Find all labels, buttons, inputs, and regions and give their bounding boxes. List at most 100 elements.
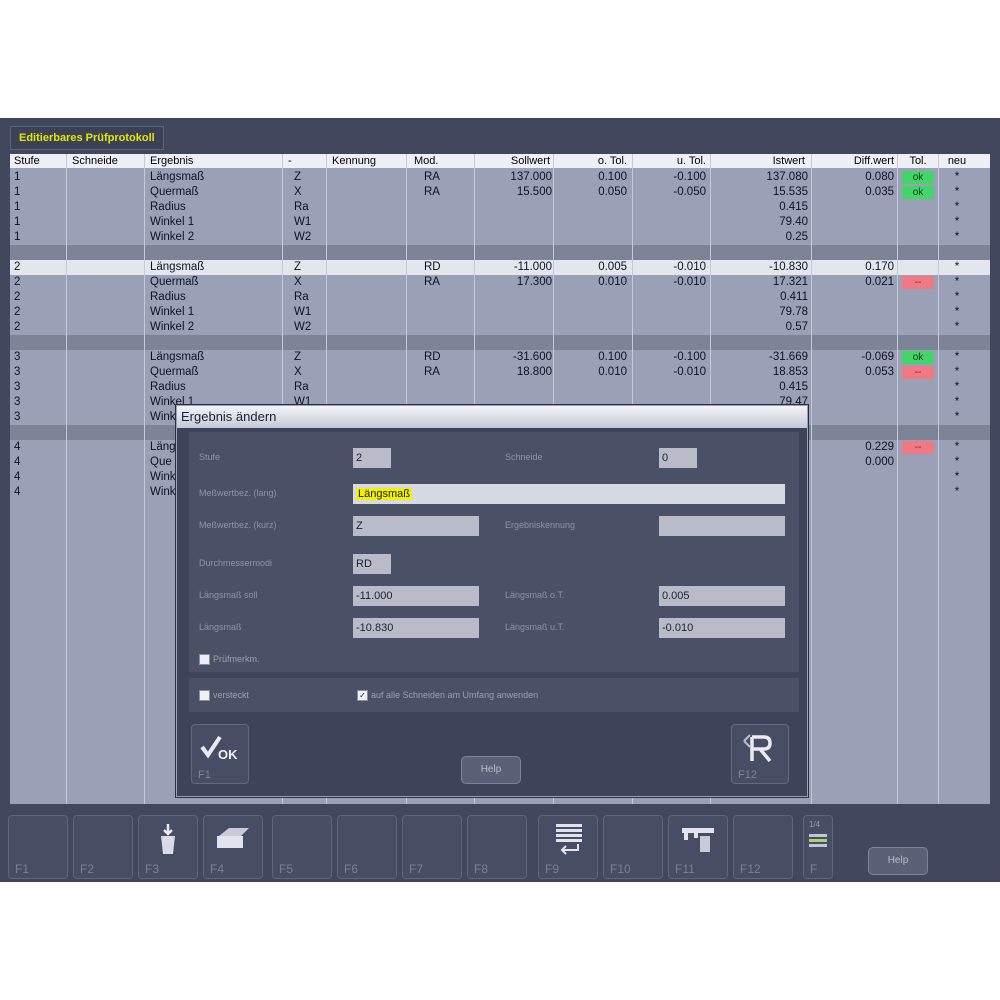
- fkey-f10-button[interactable]: F10: [603, 815, 663, 879]
- table-row[interactable]: 2 Quermaß X RA 17.300 0.010 -0.010 17.321 0.021 *…: [10, 275, 990, 290]
- col-header-diffwert[interactable]: Diff.wert: [818, 154, 894, 168]
- fkey-f11-button[interactable]: F11: [668, 815, 728, 879]
- fkey-label: F5: [279, 862, 294, 876]
- page-toggle-button[interactable]: 1/4 F: [803, 815, 833, 879]
- cell-axis: Ra: [294, 381, 309, 393]
- col-header-ergebnis[interactable]: Ergebnis: [150, 154, 250, 168]
- cell-diff: 0.080: [865, 171, 894, 183]
- ut-field[interactable]: -0.010: [659, 618, 785, 638]
- cell-neu: *: [954, 456, 960, 468]
- tol-status-badge: [902, 306, 934, 319]
- col-header-tol[interactable]: Tol.: [900, 154, 936, 168]
- cell-ergebnis: Längsmaß: [150, 351, 205, 363]
- col-header-kennung[interactable]: Kennung: [332, 154, 402, 168]
- cell-soll: [480, 290, 552, 305]
- col-header-neu[interactable]: neu: [940, 154, 974, 168]
- cell-neu: *: [954, 306, 960, 318]
- cell-diff: [818, 305, 894, 320]
- table-row[interactable]: 2 Winkel 1 W1 79.78 *: [10, 305, 990, 320]
- table-row[interactable]: 2 Längsmaß Z RD -11.000 0.005 -0.010 -10.830 0.1…: [10, 260, 990, 275]
- cell-ist: 0.415: [779, 201, 808, 213]
- mess-kurz-field[interactable]: Z: [353, 516, 479, 536]
- page-toggle-icon: [809, 834, 827, 847]
- cell-mod: RD: [424, 261, 441, 273]
- durchmessermodi-label: Durchmessermodi: [199, 558, 273, 568]
- cell-soll: 137.000: [510, 171, 552, 183]
- table-row[interactable]: 1 Winkel 2 W2 0.25 *: [10, 230, 990, 245]
- fkey-f3-button[interactable]: F3: [138, 815, 198, 879]
- col-header-sollwert[interactable]: Sollwert: [480, 154, 550, 168]
- table-row[interactable]: 3 Längsmaß Z RD -31.600 0.100 -0.100 -31.669 -0.…: [10, 350, 990, 365]
- col-header-utol[interactable]: u. Tol.: [634, 154, 706, 168]
- dialog-help-button[interactable]: Help: [461, 756, 521, 784]
- col-header-mod[interactable]: Mod.: [414, 154, 450, 168]
- cell-utol: [634, 380, 706, 395]
- cell-diff: [818, 320, 894, 335]
- durchmessermodi-field[interactable]: RD: [353, 554, 391, 574]
- table-row[interactable]: 1 Radius Ra 0.415 *: [10, 200, 990, 215]
- table-row[interactable]: 3 Quermaß X RA 18.800 0.010 -0.010 18.853 0.053 *…: [10, 365, 990, 380]
- fkey-label: F3: [145, 862, 160, 876]
- tol-status-badge: ok: [902, 186, 934, 199]
- col-header-stufe[interactable]: Stufe: [14, 154, 64, 168]
- cell-diff: -0.069: [861, 351, 894, 363]
- table-row[interactable]: 1 Winkel 1 W1 79.40 *: [10, 215, 990, 230]
- col-header-istwert[interactable]: Istwert: [730, 154, 805, 168]
- kennung-field[interactable]: [659, 516, 785, 536]
- fkey-f6-button[interactable]: F6: [337, 815, 397, 879]
- extra-checkbox[interactable]: [199, 654, 210, 665]
- mess-long-field[interactable]: Längsmaß: [353, 484, 785, 504]
- fkey-label: F1: [15, 862, 30, 876]
- cell-soll: [480, 380, 552, 395]
- ist-field[interactable]: -10.830: [353, 618, 479, 638]
- tol-status-badge: --: [914, 262, 922, 273]
- cell-mod: [424, 305, 460, 320]
- stufe-field[interactable]: 2: [353, 448, 391, 468]
- cell-mod: RD: [424, 351, 441, 363]
- cell-ergebnis: Quermaß: [150, 276, 199, 288]
- fkey-f9-button[interactable]: F9: [538, 815, 598, 879]
- cell-stufe: 4: [14, 441, 21, 453]
- table-row[interactable]: 1 Quermaß X RA 15.500 0.050 -0.050 15.535 0.035 *…: [10, 185, 990, 200]
- alle-schneiden-checkbox[interactable]: ✓: [357, 690, 368, 701]
- dialog-title: Ergebnis ändern: [177, 406, 807, 428]
- cell-soll: -11.000: [513, 261, 552, 273]
- reset-button[interactable]: F12: [731, 724, 789, 784]
- cell-otol: 0.100: [598, 171, 627, 183]
- cell-utol: -0.010: [673, 261, 706, 273]
- window-title-tab[interactable]: Editierbares Prüfprotokoll: [10, 126, 164, 150]
- fkey-f5-button[interactable]: F5: [272, 815, 332, 879]
- cell-axis: Z: [294, 171, 302, 183]
- fkey-f1-button[interactable]: F1: [8, 815, 68, 879]
- fkey-label: F9: [545, 862, 560, 876]
- table-row[interactable]: 2 Winkel 2 W2 0.57 *: [10, 320, 990, 335]
- cell-axis: Z: [294, 351, 302, 363]
- tol-status-badge: --: [902, 441, 934, 454]
- schneide-field[interactable]: 0: [659, 448, 697, 468]
- cell-axis: X: [294, 366, 302, 378]
- help-button[interactable]: Help: [868, 847, 928, 875]
- cell-soll: [480, 200, 552, 215]
- ok-check-icon: OK: [200, 735, 238, 762]
- dialog-options-row: versteckt ✓ auf alle Schneiden am Umfang…: [189, 678, 799, 712]
- fkey-f7-button[interactable]: F7: [402, 815, 462, 879]
- soll-field[interactable]: -11.000: [353, 586, 479, 606]
- ot-field[interactable]: 0.005: [659, 586, 785, 606]
- cell-ist: 18.853: [772, 366, 808, 378]
- ok-button[interactable]: OK F1: [191, 724, 249, 784]
- fkey-f12-button[interactable]: F12: [733, 815, 793, 879]
- col-header-otol[interactable]: o. Tol.: [555, 154, 627, 168]
- fkey-label: F4: [210, 862, 225, 876]
- fkey-f8-button[interactable]: F8: [467, 815, 527, 879]
- col-header-schneide[interactable]: Schneide: [72, 154, 142, 168]
- fkey-f4-button[interactable]: F4: [203, 815, 263, 879]
- table-row[interactable]: 1 Längsmaß Z RA 137.000 0.100 -0.100 137.080 0.0…: [10, 170, 990, 185]
- table-row[interactable]: 3 Radius Ra 0.415 *: [10, 380, 990, 395]
- col-header-axis[interactable]: -: [288, 154, 308, 168]
- table-row[interactable]: 2 Radius Ra 0.411 *: [10, 290, 990, 305]
- cell-otol: 0.100: [598, 351, 627, 363]
- fkey-f2-button[interactable]: F2: [73, 815, 133, 879]
- cell-diff: [818, 200, 894, 215]
- cell-ist: 15.535: [772, 186, 808, 198]
- versteckt-checkbox[interactable]: [199, 690, 210, 701]
